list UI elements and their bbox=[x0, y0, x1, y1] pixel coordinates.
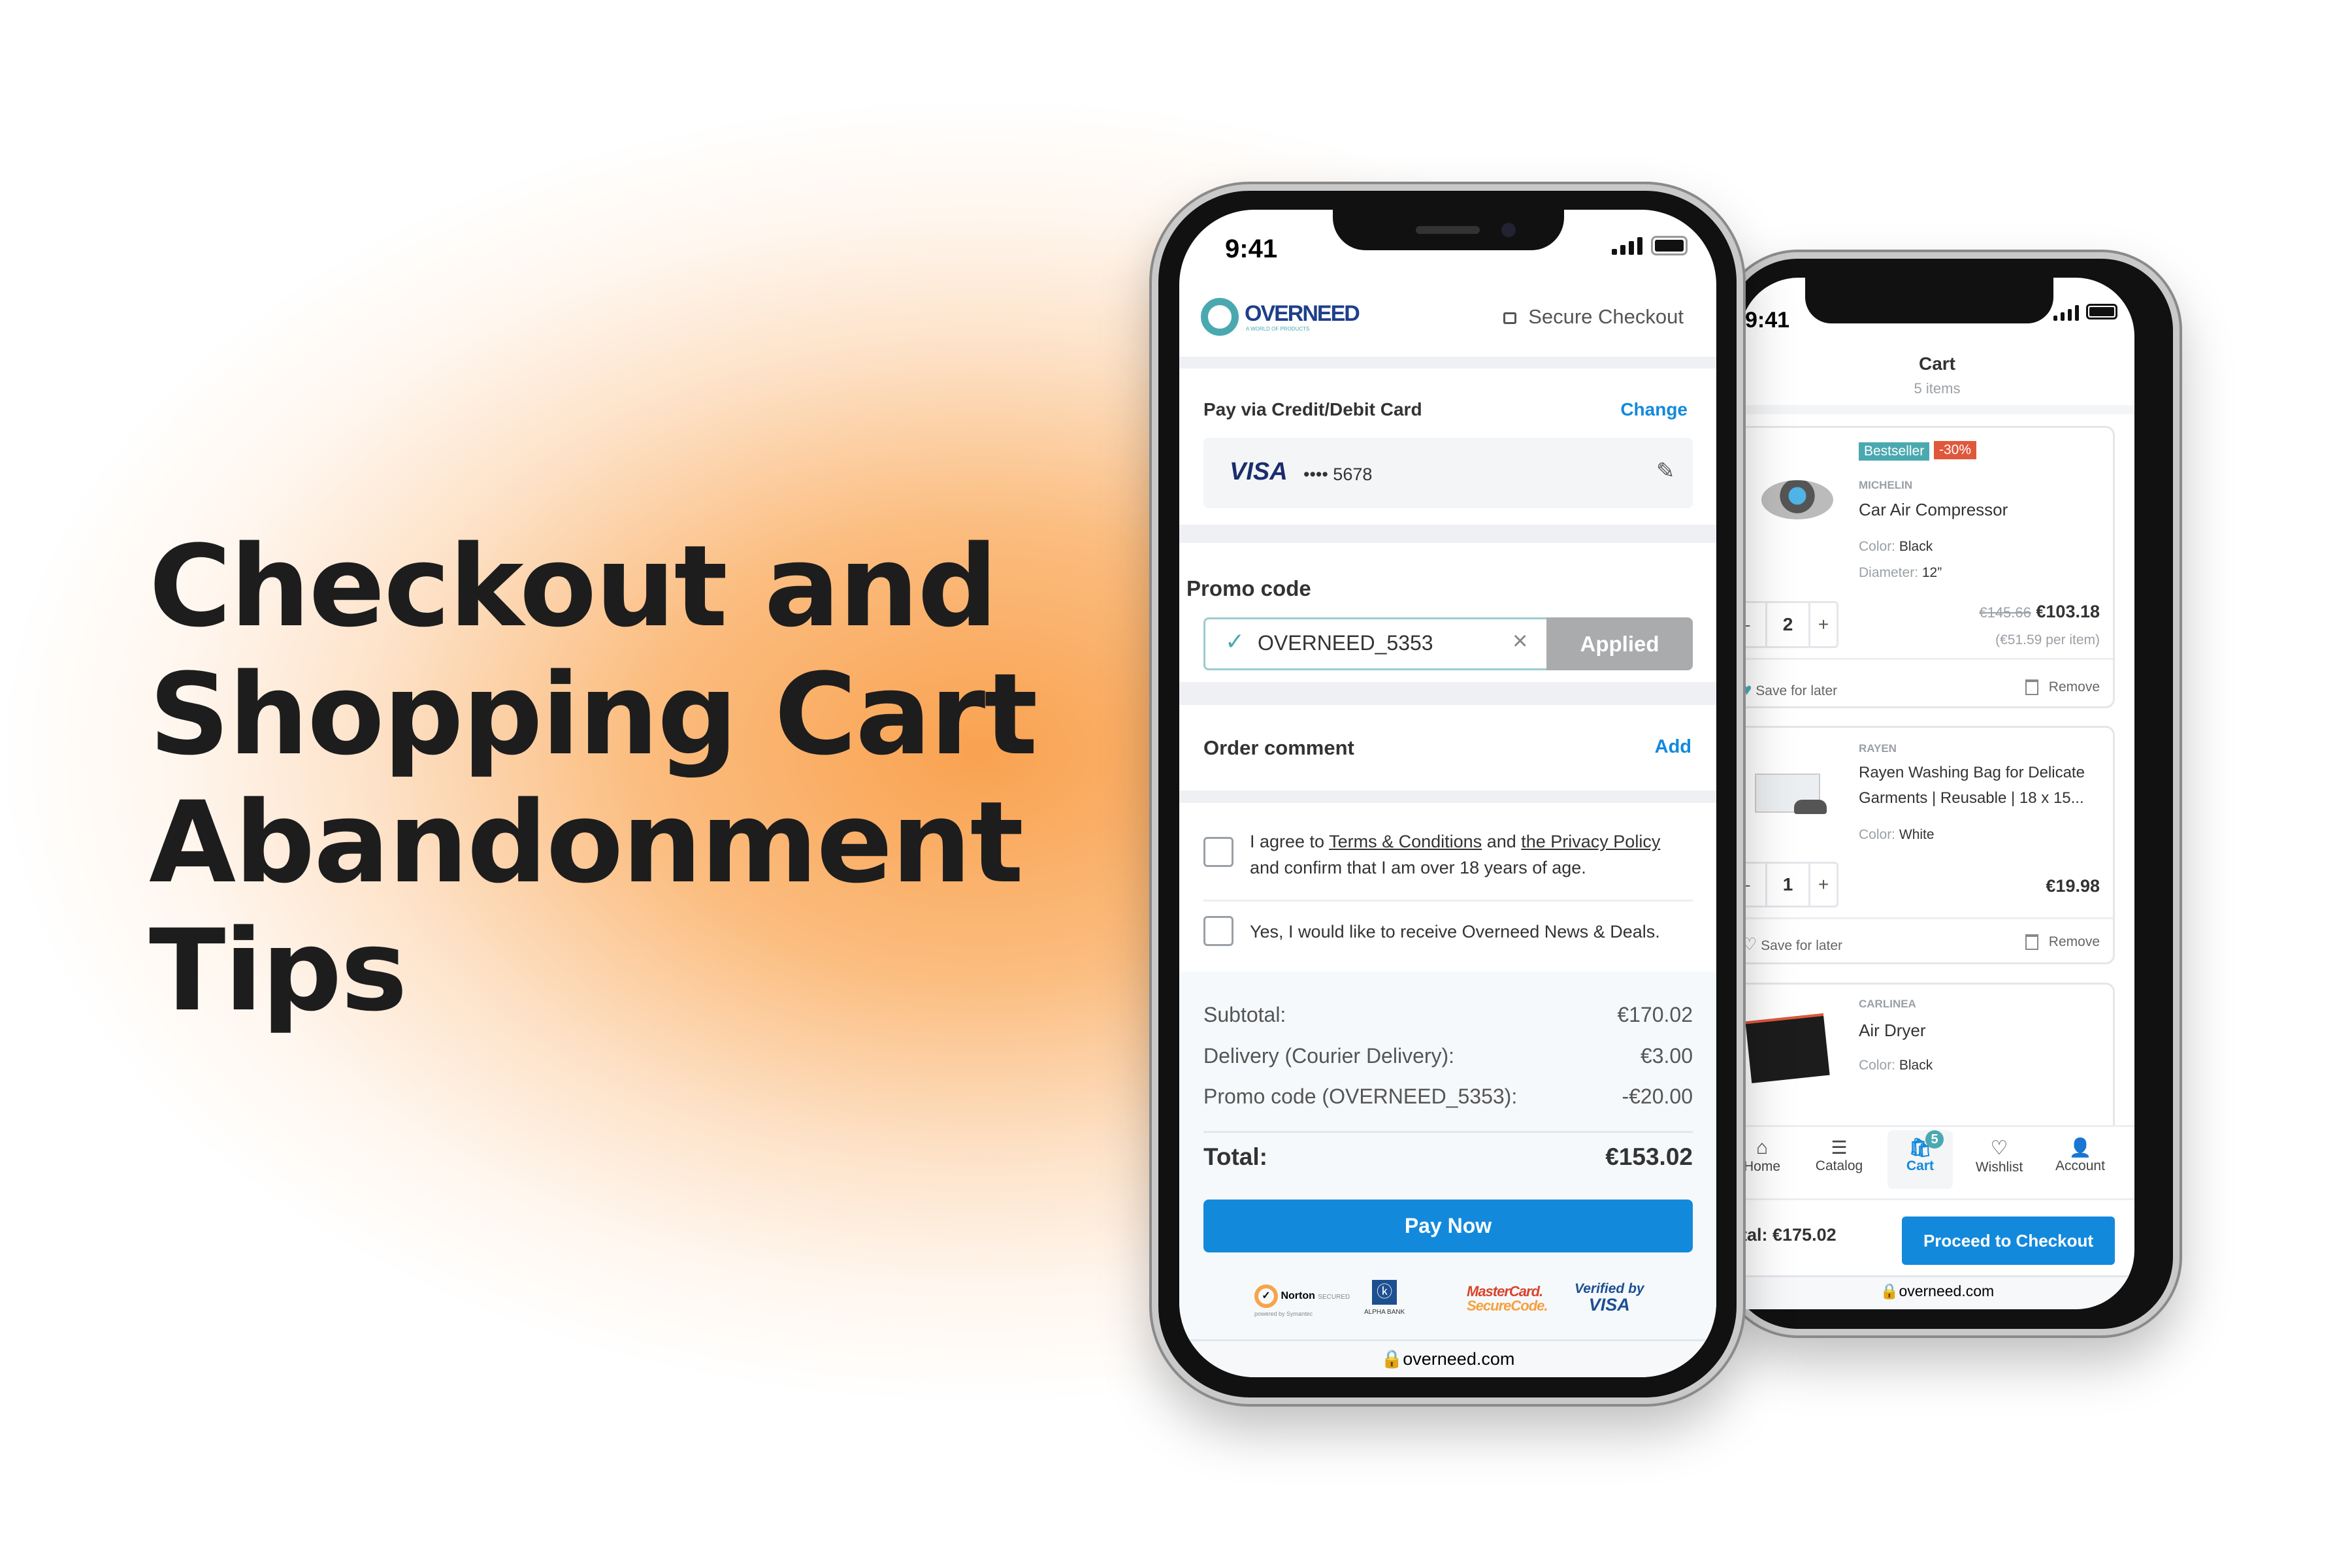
nav-home[interactable]: ⌂ Home bbox=[1740, 1137, 1801, 1175]
product-name: Air Dryer bbox=[1859, 1021, 1926, 1040]
total-value: €153.02 bbox=[1605, 1143, 1693, 1170]
url-bar[interactable]: 🔒overneed.com bbox=[1740, 1282, 2134, 1300]
save-for-later-button[interactable]: ♡ Save for later bbox=[1742, 934, 1842, 955]
lock-icon: 🔒 bbox=[1880, 1282, 1899, 1299]
terms-link[interactable]: Terms & Conditions bbox=[1329, 832, 1482, 851]
decrement-button[interactable]: – bbox=[1740, 603, 1767, 646]
remove-button[interactable]: Remove bbox=[2025, 679, 2100, 696]
price: €103.18 bbox=[2036, 602, 2100, 621]
cart-item: Bestseller -30% MICHELIN Car Air Compres… bbox=[1740, 426, 2115, 708]
signal-icon bbox=[2053, 305, 2082, 321]
badge-discount: -30% bbox=[1934, 441, 1977, 459]
nav-cart[interactable]: 🛍 Cart bbox=[1881, 1137, 1959, 1174]
cart-screen: 9:41 Cart 5 items Bestseller -30% MICHEL… bbox=[1740, 278, 2134, 1309]
catalog-search-icon: ☰ bbox=[1831, 1137, 1848, 1158]
checkout-screen: 9:41 OVERNEED A WORLD OF PRODUCTS Secure… bbox=[1179, 210, 1716, 1377]
old-price: €145.66 bbox=[1979, 604, 2031, 621]
decrement-button[interactable]: – bbox=[1740, 864, 1767, 906]
nav-catalog[interactable]: ☰ Catalog bbox=[1800, 1137, 1878, 1174]
norton-logo: ✓ Norton SECURED powered by Symantec bbox=[1254, 1284, 1350, 1320]
order-comment-title: Order comment bbox=[1203, 736, 1354, 759]
newsletter-checkbox[interactable] bbox=[1203, 916, 1233, 946]
badge-bestseller: Bestseller bbox=[1859, 442, 1930, 461]
terms-checkbox[interactable] bbox=[1203, 837, 1233, 867]
status-time: 9:41 bbox=[1745, 308, 1790, 333]
trash-icon bbox=[2025, 679, 2038, 696]
change-payment-link[interactable]: Change bbox=[1620, 399, 1688, 420]
speaker bbox=[1416, 226, 1480, 234]
nav-account[interactable]: 👤 Account bbox=[2041, 1137, 2119, 1174]
headline: Checkout and Shopping Cart Abandonment T… bbox=[149, 521, 1037, 1036]
promo-value: OVERNEED_5353 bbox=[1258, 631, 1433, 655]
cart-total: tal: €175.02 bbox=[1741, 1225, 1837, 1245]
nav-wishlist[interactable]: ♡ Wishlist bbox=[1960, 1137, 2038, 1175]
alpha-bank-logo: ⓚ ALPHA BANK bbox=[1364, 1280, 1405, 1316]
increment-button[interactable]: + bbox=[1810, 603, 1837, 646]
user-icon: 👤 bbox=[2068, 1137, 2092, 1158]
per-item-price: (€51.59 per item) bbox=[1995, 632, 2100, 647]
cart-phone: 9:41 Cart 5 items Bestseller -30% MICHEL… bbox=[1720, 252, 2180, 1335]
cart-count-badge: 5 bbox=[1925, 1130, 1944, 1149]
quantity-stepper[interactable]: –2 + bbox=[1740, 601, 1838, 648]
increment-button[interactable]: + bbox=[1810, 864, 1837, 906]
cart-item: RAYEN Rayen Washing Bag for Delicate Gar… bbox=[1740, 726, 2115, 964]
payment-title: Pay via Credit/Debit Card bbox=[1203, 399, 1422, 419]
product-image bbox=[1761, 480, 1833, 519]
product-brand: MICHELIN bbox=[1859, 479, 1913, 491]
add-comment-link[interactable]: Add bbox=[1655, 736, 1691, 758]
remove-button[interactable]: Remove bbox=[2025, 934, 2100, 951]
secure-checkout: Secure Checkout bbox=[1503, 305, 1684, 329]
lock-icon bbox=[1503, 312, 1517, 324]
price: €19.98 bbox=[2046, 876, 2100, 896]
product-brand: RAYEN bbox=[1859, 742, 1897, 755]
promo-title: Promo code bbox=[1186, 576, 1311, 600]
cart-icon: 🛍 bbox=[1908, 1137, 1932, 1158]
check-icon: ✓ bbox=[1225, 628, 1245, 655]
product-name: Car Air Compressor bbox=[1859, 500, 2008, 519]
battery-icon bbox=[2086, 304, 2117, 319]
privacy-link[interactable]: the Privacy Policy bbox=[1521, 832, 1660, 851]
cart-count: 5 items bbox=[1914, 380, 1961, 397]
verified-by-visa-logo: Verified by VISA bbox=[1575, 1281, 1644, 1315]
product-brand: CARLINEA bbox=[1859, 998, 1916, 1010]
edit-pencil-icon[interactable]: ✎ bbox=[1656, 458, 1675, 484]
heart-icon: ♡ bbox=[1990, 1137, 2008, 1159]
signal-icon bbox=[1612, 237, 1646, 255]
lock-icon: 🔒 bbox=[1380, 1349, 1403, 1369]
url-bar[interactable]: 🔒overneed.com bbox=[1179, 1348, 1716, 1369]
visa-logo: VISA bbox=[1230, 458, 1288, 485]
status-time: 9:41 bbox=[1225, 235, 1278, 263]
save-for-later-button[interactable]: ♥ Save for later bbox=[1742, 679, 1837, 700]
checkout-phone: 9:41 OVERNEED A WORLD OF PRODUCTS Secure… bbox=[1152, 184, 1743, 1404]
quantity-stepper[interactable]: –1 + bbox=[1740, 862, 1838, 907]
total-label: Total: bbox=[1203, 1143, 1267, 1170]
pay-now-button[interactable]: Pay Now bbox=[1203, 1200, 1693, 1252]
logo bbox=[1201, 298, 1239, 336]
mastercard-securecode-logo: MasterCard. SecureCode. bbox=[1467, 1283, 1548, 1314]
applied-button[interactable]: Applied bbox=[1546, 617, 1693, 670]
product-image bbox=[1745, 1013, 1830, 1084]
cart-title: Cart bbox=[1918, 353, 1955, 374]
camera bbox=[1501, 223, 1516, 237]
product-name: Rayen Washing Bag for Delicate bbox=[1859, 764, 2085, 781]
heart-outline-icon: ♡ bbox=[1742, 934, 1757, 954]
clear-promo-icon[interactable]: × bbox=[1512, 627, 1527, 656]
card-number: •••• 5678 bbox=[1303, 465, 1373, 484]
logo-text: OVERNEED bbox=[1245, 301, 1360, 326]
battery-icon bbox=[1651, 236, 1688, 255]
heart-filled-icon: ♥ bbox=[1742, 679, 1752, 699]
home-icon: ⌂ bbox=[1756, 1137, 1769, 1158]
trash-icon bbox=[2025, 934, 2038, 951]
proceed-to-checkout-button[interactable]: Proceed to Checkout bbox=[1902, 1217, 2115, 1265]
